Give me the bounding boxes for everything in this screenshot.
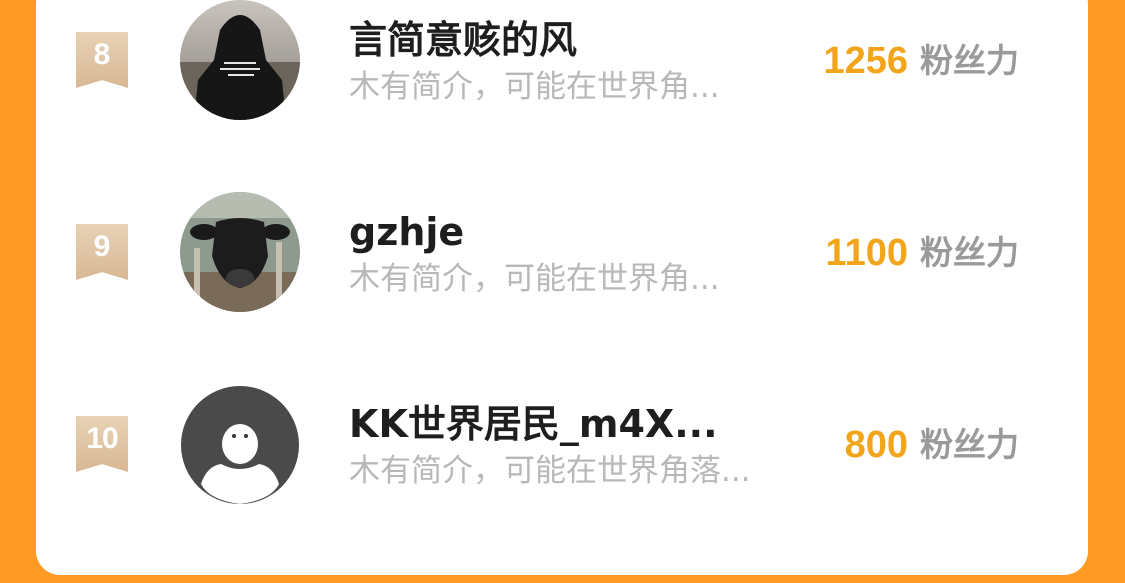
user-bio: 木有简介，可能在世界角落...	[349, 453, 751, 489]
leaderboard-card: 8 言简意赅的风 木有简介，可能在世界角... 1256 粉丝力 9 gzhje…	[36, 0, 1088, 575]
user-bio: 木有简介，可能在世界角...	[349, 69, 720, 105]
rank-badge: 8	[76, 32, 128, 88]
rank-number: 9	[93, 230, 111, 263]
user-name[interactable]: gzhje	[349, 209, 464, 255]
leaderboard-row[interactable]: 10 KK世界居民_m4X... 木有简介，可能在世界角落... 800 粉丝力	[36, 364, 1088, 514]
rank-badge: 10	[76, 416, 128, 472]
avatar[interactable]	[180, 192, 300, 312]
default-user-avatar-icon	[181, 386, 299, 504]
leaderboard-row[interactable]: 8 言简意赅的风 木有简介，可能在世界角... 1256 粉丝力	[36, 0, 1088, 130]
fan-power-score: 1100	[825, 232, 908, 274]
rank-number: 8	[93, 38, 111, 71]
calf-avatar-image	[180, 192, 300, 312]
rank-number: 10	[86, 422, 118, 455]
hooded-person-avatar-image	[180, 0, 300, 120]
user-name[interactable]: 言简意赅的风	[349, 17, 577, 63]
avatar[interactable]	[181, 386, 299, 504]
avatar[interactable]	[180, 0, 300, 120]
fan-power-label: 粉丝力	[920, 233, 1019, 272]
fan-power-score: 800	[844, 424, 908, 466]
rank-badge: 9	[76, 224, 128, 280]
fan-power-label: 粉丝力	[920, 41, 1019, 80]
user-bio: 木有简介，可能在世界角...	[349, 261, 720, 297]
fan-power-label: 粉丝力	[920, 425, 1019, 464]
fan-power-score: 1256	[823, 40, 908, 82]
user-name[interactable]: KK世界居民_m4X...	[349, 401, 718, 447]
leaderboard-row[interactable]: 9 gzhje 木有简介，可能在世界角... 1100 粉丝力	[36, 172, 1088, 322]
